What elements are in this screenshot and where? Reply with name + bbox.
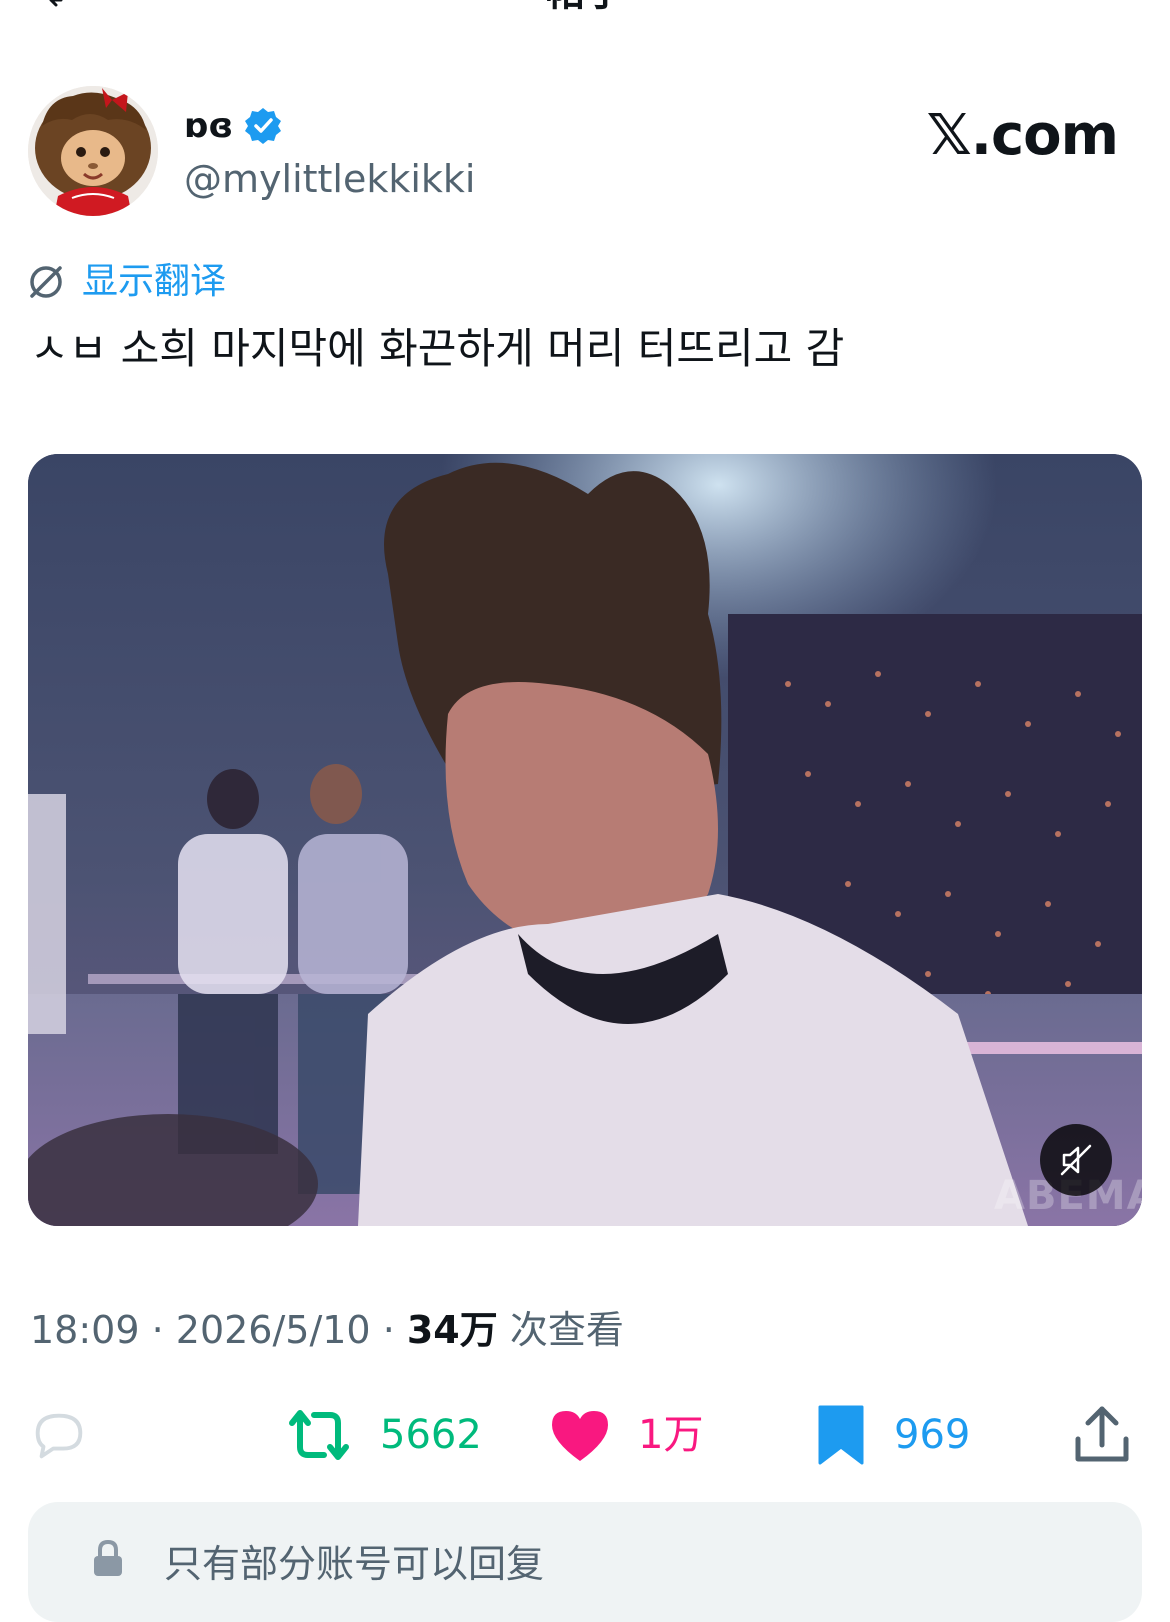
meta-separator: ·: [370, 1308, 407, 1352]
lock-icon: [94, 1539, 122, 1576]
post-meta: 18:09 · 2026/5/10 · 34万 次查看: [30, 1304, 624, 1356]
reply-button[interactable]: [28, 1400, 116, 1470]
author-name-row[interactable]: ɒɞ: [184, 100, 283, 152]
translate-row[interactable]: 显示翻译: [26, 256, 226, 308]
post-text: ㅅㅂ 소희 마지막에 화끈하게 머리 터뜨리고 감: [30, 324, 845, 373]
display-name[interactable]: ɒɞ: [184, 106, 233, 146]
video-frame: [28, 454, 1142, 1226]
top-header: 帖子: [0, 0, 1170, 14]
share-icon: [1075, 1406, 1129, 1462]
views-label: 次查看: [497, 1308, 624, 1352]
bookmark-button[interactable]: 969: [814, 1400, 970, 1470]
post-date[interactable]: 2026/5/10: [176, 1308, 371, 1352]
page-title: 帖子: [0, 0, 1170, 14]
bookmark-icon: [818, 1405, 864, 1465]
retweet-button[interactable]: 5662: [284, 1400, 482, 1470]
retweet-count: 5662: [380, 1412, 482, 1458]
heart-icon: [552, 1411, 608, 1461]
meta-separator: ·: [139, 1308, 176, 1352]
translate-icon: [30, 266, 62, 298]
avatar[interactable]: [28, 86, 158, 216]
reply-icon: [35, 1413, 83, 1459]
site-label: 𝕏.com: [926, 103, 1119, 168]
reply-restriction-text: 只有部分账号可以回复: [164, 1542, 545, 1586]
verified-badge-icon: [245, 108, 282, 144]
share-button[interactable]: [1072, 1400, 1132, 1470]
views-count: 34万: [406, 1308, 498, 1352]
mute-button[interactable]: [1040, 1124, 1112, 1196]
like-count: 1万: [638, 1412, 704, 1458]
bookmark-count: 969: [894, 1412, 971, 1458]
video-player[interactable]: ABEMA: [28, 454, 1142, 1226]
show-translation-link[interactable]: 显示翻译: [82, 258, 226, 306]
retweet-icon: [289, 1410, 349, 1460]
muted-speaker-icon: [1060, 1144, 1092, 1176]
like-button[interactable]: 1万: [548, 1400, 703, 1470]
post-time[interactable]: 18:09: [30, 1308, 140, 1352]
reply-restriction-notice: 只有部分账号可以回复: [28, 1502, 1142, 1622]
author-handle[interactable]: @mylittlekkikki: [184, 154, 476, 204]
